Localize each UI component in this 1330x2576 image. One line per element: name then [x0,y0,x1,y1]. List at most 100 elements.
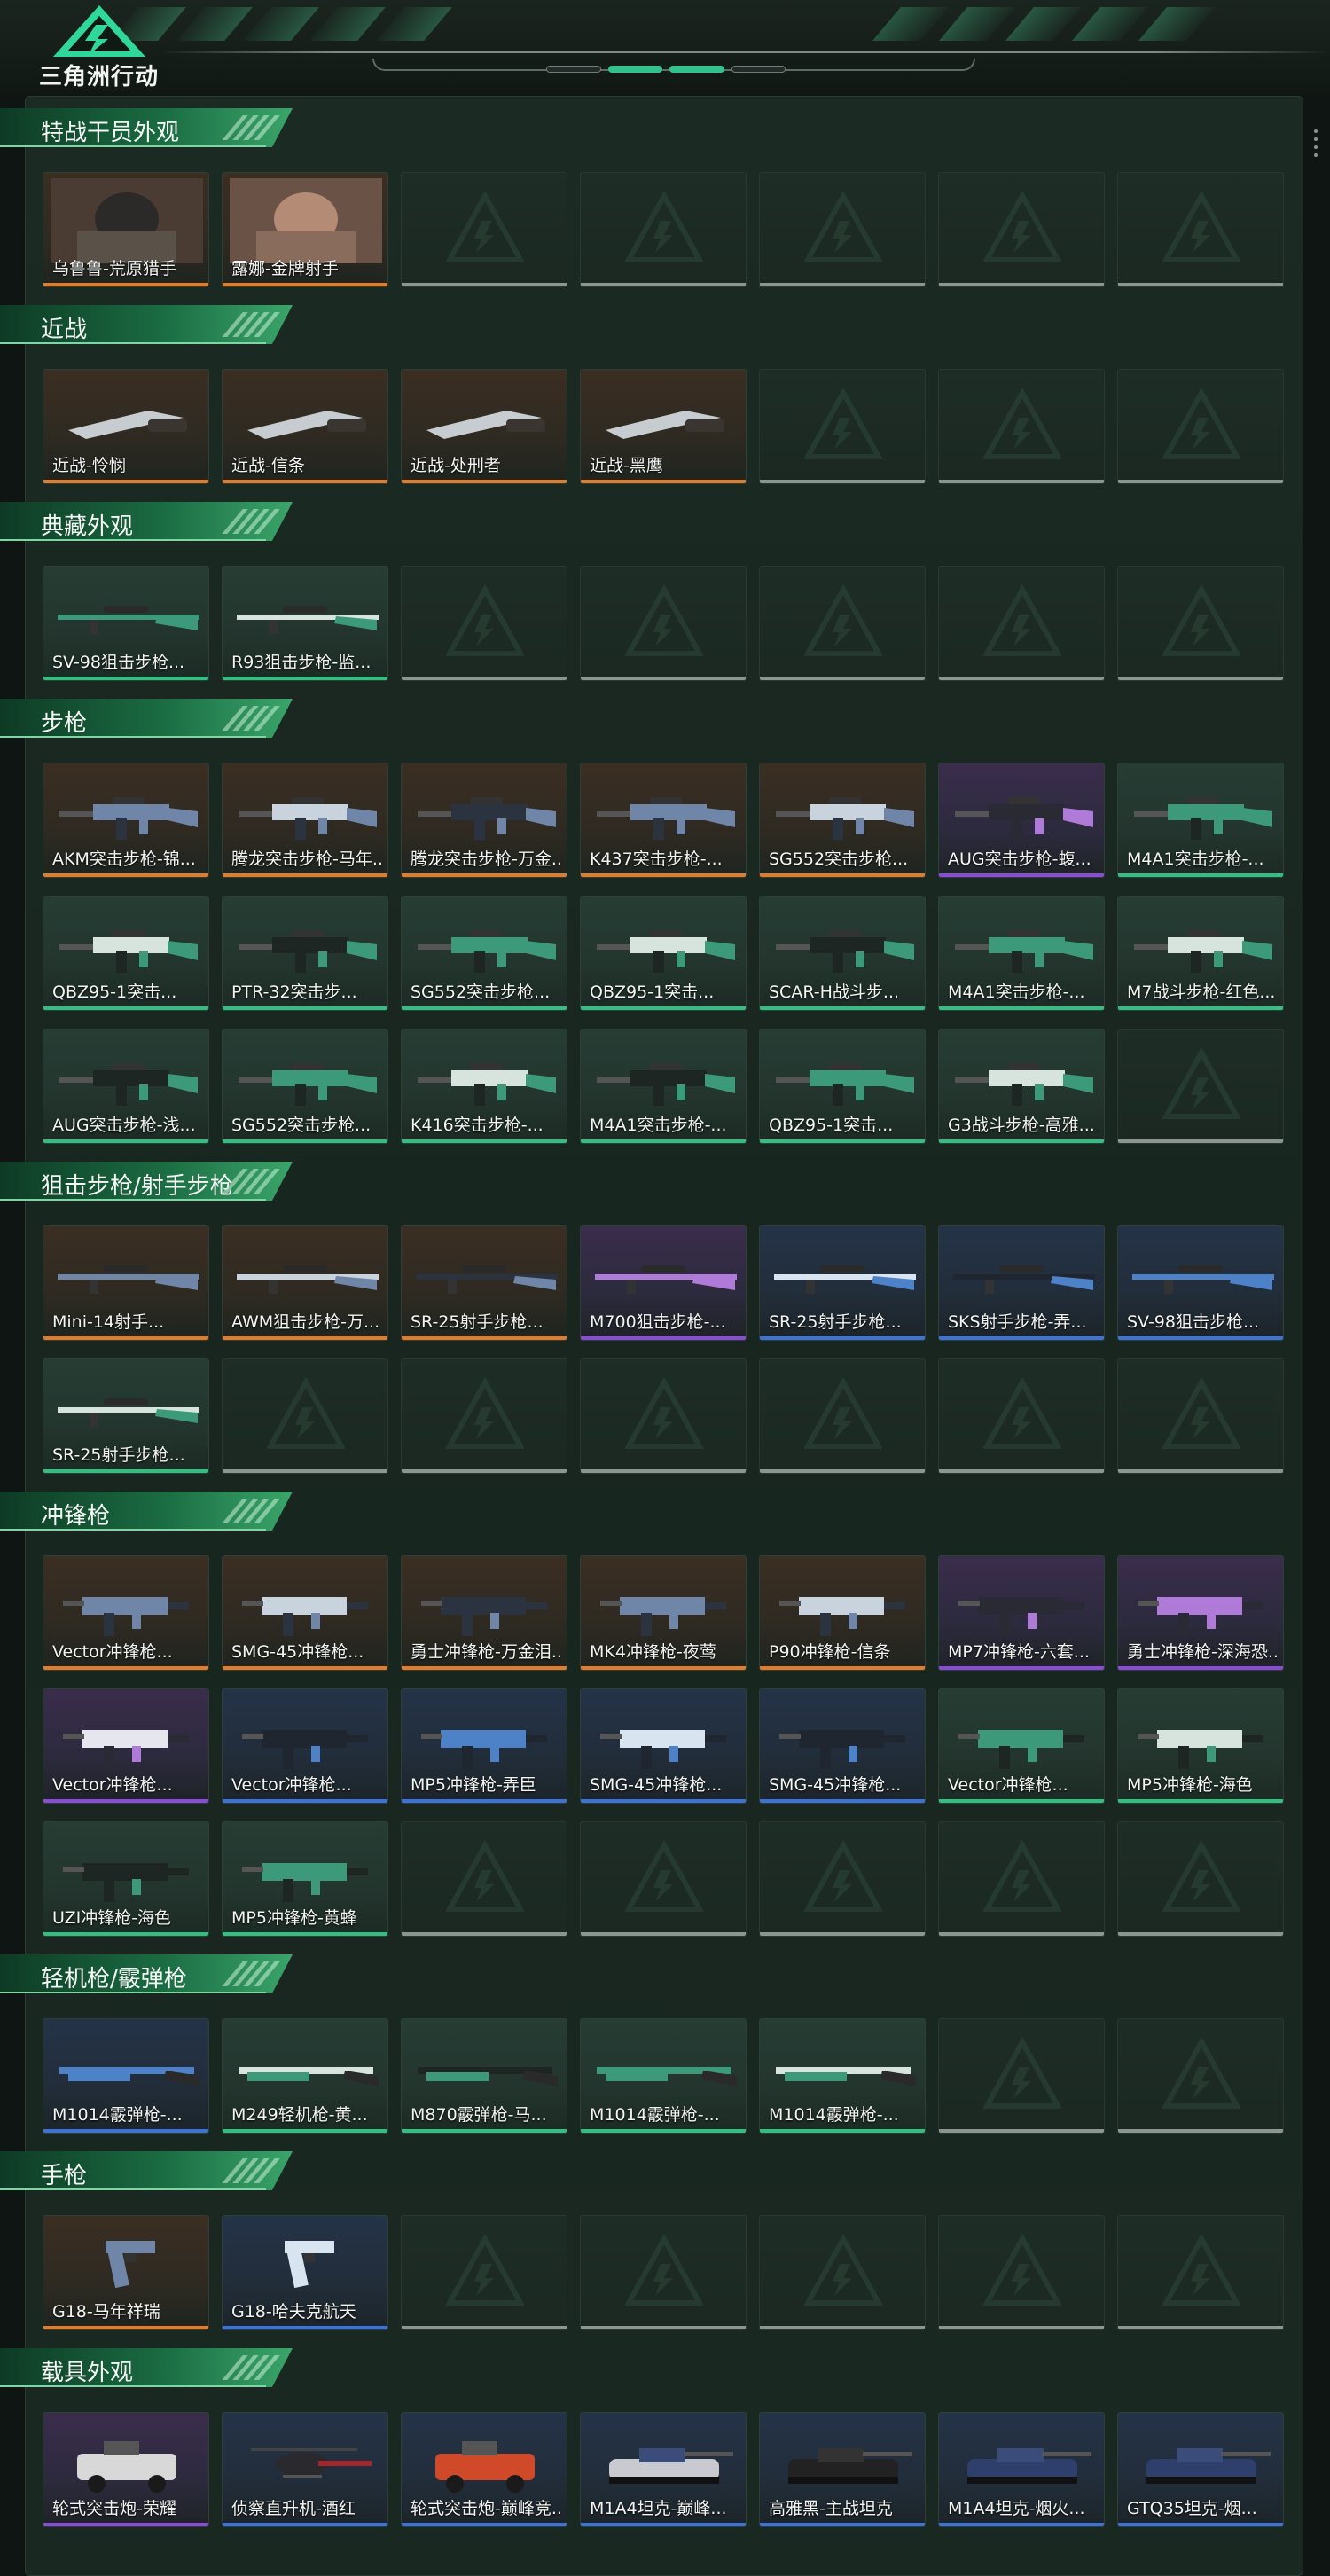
empty-slot-bar [760,2326,925,2329]
item-card[interactable]: MK4冲锋枪-夜莺 [580,1555,747,1671]
item-card[interactable]: G18-哈夫克航天 [222,2215,388,2330]
item-card[interactable]: 侦察直升机-酒红 [222,2412,388,2527]
item-card[interactable]: M1A4坦克-巅峰... [580,2412,747,2527]
item-card[interactable]: M1014霰弹枪-... [759,2018,926,2134]
empty-slot [938,2018,1105,2134]
item-card[interactable]: AWM狙击步枪-万... [222,1225,388,1341]
item-card[interactable]: SV-98狙击步枪... [43,566,209,681]
item-card[interactable]: GTQ35坦克-烟... [1117,2412,1284,2527]
item-name: SG552突击步枪... [769,850,909,869]
item-card[interactable]: AKM突击步枪-锦... [43,763,209,878]
empty-slot [938,369,1105,484]
item-card[interactable]: SCAR-H战斗步... [759,896,926,1011]
empty-slot-bar [1118,2129,1283,2133]
item-card[interactable]: 勇士冲锋枪-万金泪... [401,1555,567,1671]
item-card[interactable]: AUG突击步枪-浅... [43,1029,209,1144]
item-image [597,930,735,973]
item-card[interactable]: UZI冲锋枪-海色 [43,1821,209,1937]
item-card[interactable]: SG552突击步枪... [222,1029,388,1144]
page-dot[interactable] [607,66,662,73]
item-card[interactable]: SR-25射手步枪... [43,1358,209,1474]
rarity-bar [43,283,208,286]
rarity-bar [223,1799,387,1803]
item-card[interactable]: Vector冲锋枪... [43,1555,209,1671]
rarity-bar [939,1666,1104,1670]
rarity-bar [581,873,746,877]
item-card[interactable]: SR-25射手步枪... [759,1225,926,1341]
item-card[interactable]: SKS射手步枪-弄... [938,1225,1105,1341]
item-card[interactable]: G18-马年祥瑞 [43,2215,209,2330]
item-name: SV-98狙击步枪... [1127,1312,1260,1332]
item-card[interactable]: 腾龙突击步枪-马年... [222,763,388,878]
item-card[interactable]: M870霰弹枪-马... [401,2018,567,2134]
item-card[interactable]: G3战斗步枪-高雅... [938,1029,1105,1144]
page-dot[interactable] [731,66,786,73]
item-card[interactable]: MP5冲锋枪-黄蜂 [222,1821,388,1937]
item-card[interactable]: M4A1突击步枪-... [1117,763,1284,878]
item-card[interactable]: 勇士冲锋枪-深海恐... [1117,1555,1284,1671]
item-card[interactable]: Vector冲锋枪... [938,1688,1105,1804]
item-card[interactable]: P90冲锋枪-信条 [759,1555,926,1671]
rarity-bar [223,2129,387,2133]
item-card[interactable]: SMG-45冲锋枪... [759,1688,926,1804]
item-card[interactable]: Vector冲锋枪... [43,1688,209,1804]
item-card[interactable]: SG552突击步枪... [401,896,567,1011]
empty-slot [1117,566,1284,681]
item-card[interactable]: 乌鲁鲁-荒原猎手 [43,172,209,287]
item-card[interactable]: 高雅黑-主战坦克 [759,2412,926,2527]
item-card[interactable]: QBZ95-1突击... [759,1029,926,1144]
empty-slot [938,172,1105,287]
item-card[interactable]: Mini-14射手... [43,1225,209,1341]
item-card[interactable]: 近战-怜悯 [43,369,209,484]
item-card[interactable]: 近战-信条 [222,369,388,484]
page-dot[interactable] [669,66,724,73]
item-card[interactable]: M7战斗步枪-红色... [1117,896,1284,1011]
item-name: M1A4坦克-烟火... [948,2499,1085,2518]
item-card[interactable]: M700狙击步枪-... [580,1225,747,1341]
item-card[interactable]: SMG-45冲锋枪... [222,1555,388,1671]
item-card[interactable]: PTR-32突击步... [222,896,388,1011]
item-card[interactable]: K416突击步枪-... [401,1029,567,1144]
page-dot[interactable] [546,66,601,73]
item-card[interactable]: M4A1突击步枪-... [938,896,1105,1011]
rarity-bar [402,1666,567,1670]
item-card[interactable]: 轮式突击炮-荣耀 [43,2412,209,2527]
app-logo-text: 三角洲行动 [39,64,160,90]
item-card[interactable]: M249轻机枪-黄... [222,2018,388,2134]
scrollbar-handle[interactable] [1314,129,1319,165]
rarity-bar [760,873,925,877]
item-image [600,1597,726,1636]
item-name: MP7冲锋枪-六套... [948,1642,1090,1662]
item-name: 侦察直升机-酒红 [231,2499,356,2518]
header-slash-decoration [222,2355,282,2380]
item-card[interactable]: 近战-黑鹰 [580,369,747,484]
item-card[interactable]: QBZ95-1突击... [43,896,209,1011]
empty-slot-bar [581,677,746,680]
item-image [63,1863,189,1902]
item-card[interactable]: 近战-处刑者 [401,369,567,484]
item-card[interactable]: MP5冲锋枪-弄臣 [401,1688,567,1804]
item-card[interactable]: MP7冲锋枪-六套... [938,1555,1105,1671]
item-card[interactable]: SR-25射手步枪... [401,1225,567,1341]
item-card[interactable]: R93狙击步枪-监... [222,566,388,681]
item-image [606,411,724,439]
category-title: 冲锋枪 [41,1503,111,1530]
item-card[interactable]: SG552突击步枪... [759,763,926,878]
item-card[interactable]: SV-98狙击步枪... [1117,1225,1284,1341]
item-card[interactable]: M4A1突击步枪-... [580,1029,747,1144]
item-card[interactable]: 腾龙突击步枪-万金... [401,763,567,878]
item-card[interactable]: M1014霰弹枪-... [43,2018,209,2134]
header-stripe [939,7,1015,41]
delta-placeholder-icon [804,1377,882,1449]
item-card[interactable]: SMG-45冲锋枪... [580,1688,747,1804]
item-card[interactable]: M1014霰弹枪-... [580,2018,747,2134]
item-card[interactable]: Vector冲锋枪... [222,1688,388,1804]
item-card[interactable]: 轮式突击炮-巅峰竞... [401,2412,567,2527]
item-card[interactable]: 露娜-金牌射手 [222,172,388,287]
item-card[interactable]: K437突击步枪-... [580,763,747,878]
item-card[interactable]: MP5冲锋枪-海色 [1117,1688,1284,1804]
item-name: QBZ95-1突击... [52,983,177,1002]
item-card[interactable]: QBZ95-1突击... [580,896,747,1011]
item-card[interactable]: M1A4坦克-烟火... [938,2412,1105,2527]
item-card[interactable]: AUG突击步枪-蝮... [938,763,1105,878]
